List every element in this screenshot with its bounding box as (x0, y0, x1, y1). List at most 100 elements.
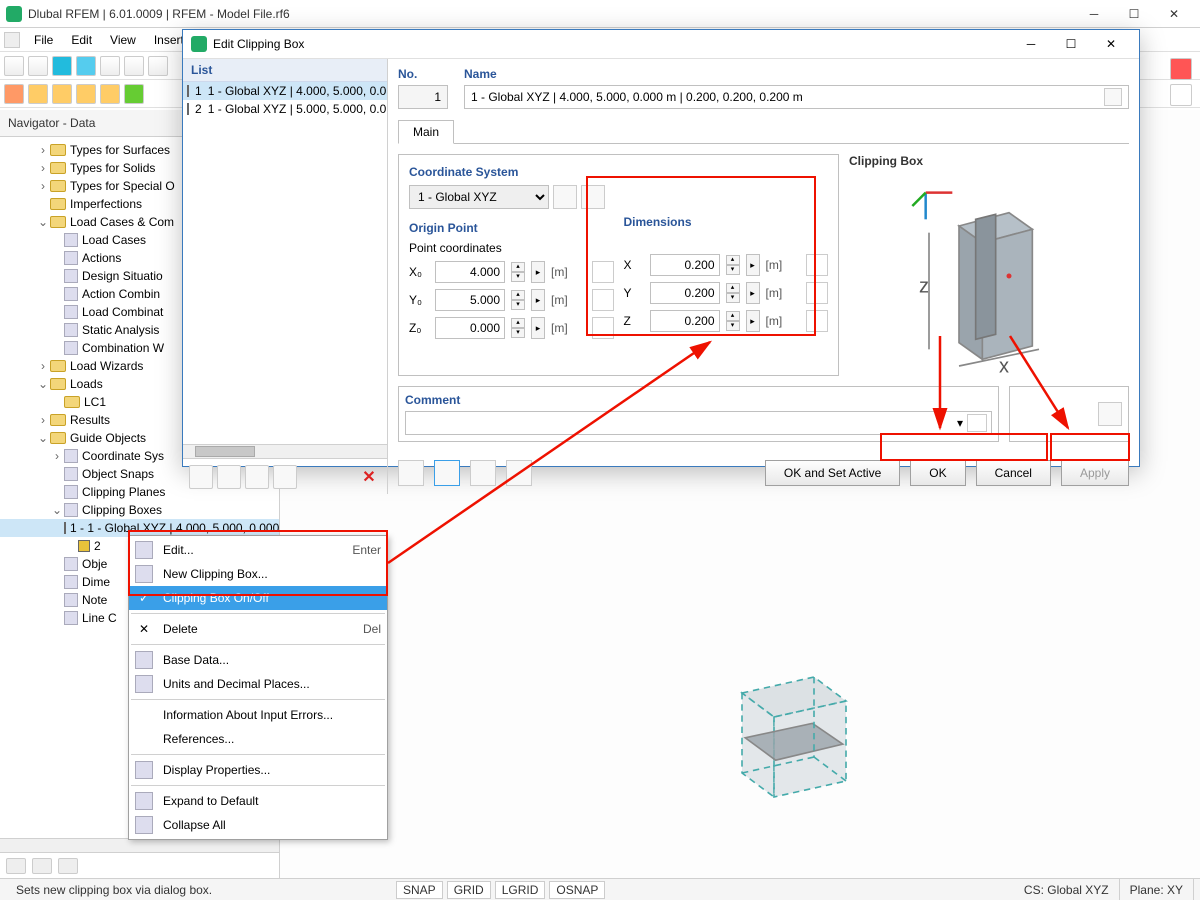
footer-tool-icon[interactable] (506, 460, 532, 486)
toolbar-icon[interactable] (100, 84, 120, 104)
footer-tool-icon[interactable] (434, 460, 460, 486)
dialog-minimize-button[interactable]: ─ (1011, 30, 1051, 58)
no-field[interactable]: 1 (398, 85, 448, 109)
footer-tool-icon[interactable] (398, 460, 424, 486)
list-tool-icon[interactable] (245, 465, 269, 489)
spinner[interactable]: ▴▾ (726, 311, 740, 331)
list-tool-icon[interactable] (273, 465, 297, 489)
nav-footer-icon[interactable] (58, 858, 78, 874)
spinner[interactable]: ▴▾ (726, 283, 740, 303)
comment-tool-icon[interactable] (967, 414, 987, 432)
context-menu-item[interactable]: Information About Input Errors... (129, 703, 387, 727)
coord-value[interactable]: 0.200 (650, 282, 720, 304)
chevron-icon[interactable]: › (36, 413, 50, 427)
toolbar-icon[interactable] (28, 84, 48, 104)
chevron-icon[interactable]: ⌄ (36, 377, 50, 391)
toolbar-icon[interactable] (124, 56, 144, 76)
pick-icon[interactable] (592, 289, 614, 311)
cs-select[interactable]: 1 - Global XYZ (409, 185, 549, 209)
step-icon[interactable]: ▸ (531, 317, 545, 339)
comment-side-icon[interactable] (1098, 402, 1122, 426)
nav-footer-icon[interactable] (32, 858, 52, 874)
toolbar-icon[interactable] (76, 84, 96, 104)
chevron-icon[interactable]: ⌄ (36, 215, 50, 229)
context-menu-item[interactable]: References... (129, 727, 387, 751)
list-tool-icon[interactable] (189, 465, 213, 489)
coord-value[interactable]: 0.000 (435, 317, 505, 339)
list-tool-icon[interactable] (217, 465, 241, 489)
context-menu-item[interactable]: Display Properties... (129, 758, 387, 782)
lgrid-button[interactable]: LGRID (495, 881, 546, 899)
close-button[interactable]: ✕ (1154, 1, 1194, 27)
coord-value[interactable]: 5.000 (435, 289, 505, 311)
chevron-icon[interactable]: ⌄ (50, 503, 64, 517)
grid-button[interactable]: GRID (447, 881, 491, 899)
context-menu-item[interactable]: ✕DeleteDel (129, 617, 387, 641)
dialog-list[interactable]: 11 - Global XYZ | 4.000, 5.000, 0.021 - … (183, 82, 387, 444)
navigator-scrollbar[interactable] (0, 838, 279, 852)
chevron-icon[interactable]: ⌄ (36, 431, 50, 445)
context-menu-item[interactable]: Collapse All (129, 813, 387, 837)
context-menu[interactable]: Edit...EnterNew Clipping Box...✓Clipping… (128, 535, 388, 840)
step-icon[interactable]: ▸ (531, 261, 545, 283)
menubar-icon[interactable] (4, 32, 20, 48)
context-menu-item[interactable]: Base Data... (129, 648, 387, 672)
snap-button[interactable]: SNAP (396, 881, 443, 899)
dialog-list-scrollbar[interactable] (183, 444, 387, 458)
menu-file[interactable]: File (26, 31, 61, 49)
context-menu-item[interactable]: Units and Decimal Places... (129, 672, 387, 696)
chevron-down-icon[interactable]: ▾ (957, 416, 963, 430)
pick-icon[interactable] (806, 254, 828, 276)
spinner[interactable]: ▴▾ (511, 290, 525, 310)
toolbar-icon[interactable] (76, 56, 96, 76)
step-icon[interactable]: ▸ (746, 310, 760, 332)
list-delete-icon[interactable]: ✕ (357, 467, 381, 487)
pick-icon[interactable] (592, 317, 614, 339)
tree-item[interactable]: ⌄Clipping Boxes (0, 501, 279, 519)
pick-icon[interactable] (806, 310, 828, 332)
dialog-close-button[interactable]: ✕ (1091, 30, 1131, 58)
name-field[interactable]: 1 - Global XYZ | 4.000, 5.000, 0.000 m |… (464, 85, 1129, 109)
right-tool-icon[interactable] (1170, 84, 1192, 106)
step-icon[interactable]: ▸ (531, 289, 545, 311)
chevron-icon[interactable]: › (50, 449, 64, 463)
toolbar-icon[interactable] (4, 56, 24, 76)
list-item[interactable]: 11 - Global XYZ | 4.000, 5.000, 0.0 (183, 82, 387, 100)
nav-footer-icon[interactable] (6, 858, 26, 874)
minimize-button[interactable]: ─ (1074, 1, 1114, 27)
chevron-icon[interactable]: › (36, 143, 50, 157)
cs-tool-icon[interactable] (553, 185, 577, 209)
pick-icon[interactable] (592, 261, 614, 283)
menu-view[interactable]: View (102, 31, 144, 49)
context-menu-item[interactable]: ✓Clipping Box On/Off (129, 586, 387, 610)
ok-set-active-button[interactable]: OK and Set Active (765, 460, 900, 486)
spinner[interactable]: ▴▾ (726, 255, 740, 275)
context-menu-item[interactable]: New Clipping Box... (129, 562, 387, 586)
right-tool-icon[interactable] (1170, 58, 1192, 80)
maximize-button[interactable]: ☐ (1114, 1, 1154, 27)
footer-tool-icon[interactable] (470, 460, 496, 486)
coord-value[interactable]: 0.200 (650, 254, 720, 276)
spinner[interactable]: ▴▾ (511, 318, 525, 338)
spinner[interactable]: ▴▾ (511, 262, 525, 282)
toolbar-icon[interactable] (52, 84, 72, 104)
toolbar-icon[interactable] (148, 56, 168, 76)
toolbar-icon[interactable] (52, 56, 72, 76)
cancel-button[interactable]: Cancel (976, 460, 1051, 486)
menu-edit[interactable]: Edit (63, 31, 100, 49)
chevron-icon[interactable]: › (36, 359, 50, 373)
apply-button[interactable]: Apply (1061, 460, 1129, 486)
osnap-button[interactable]: OSNAP (549, 881, 605, 899)
context-menu-item[interactable]: Edit...Enter (129, 538, 387, 562)
step-icon[interactable]: ▸ (746, 282, 760, 304)
tab-main[interactable]: Main (398, 120, 454, 144)
cs-tool-icon[interactable] (581, 185, 605, 209)
comment-input[interactable]: ▾ (405, 411, 992, 435)
dialog-maximize-button[interactable]: ☐ (1051, 30, 1091, 58)
toolbar-icon[interactable] (100, 56, 120, 76)
chevron-icon[interactable]: › (36, 161, 50, 175)
list-item[interactable]: 21 - Global XYZ | 5.000, 5.000, 0.0 (183, 100, 387, 118)
toolbar-icon[interactable] (28, 56, 48, 76)
context-menu-item[interactable]: Expand to Default (129, 789, 387, 813)
ok-button[interactable]: OK (910, 460, 965, 486)
